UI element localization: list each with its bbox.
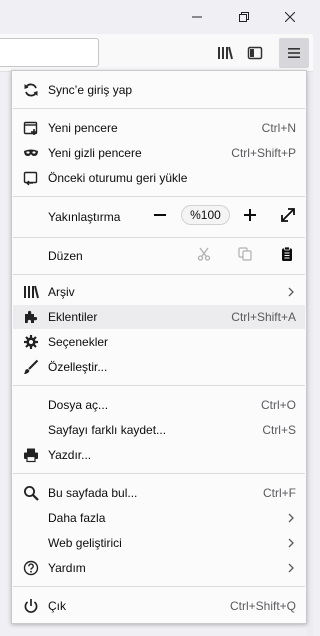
menu-item-label: Eklentiler <box>48 310 98 324</box>
menu-item-label: Çık <box>48 599 66 613</box>
window-titlebar <box>0 0 313 34</box>
edit-label: Düzen <box>48 249 83 263</box>
chevron-right-icon <box>288 287 294 297</box>
printer-icon <box>23 447 39 463</box>
minimize-icon <box>192 16 202 18</box>
menu-item-addons[interactable]: Eklentiler Ctrl+Shift+A <box>13 305 305 329</box>
plus-icon <box>244 209 256 221</box>
menu-item-label: Arşiv <box>48 285 75 299</box>
edit-row: Düzen <box>13 243 305 269</box>
menu-item-help[interactable]: Yardım <box>13 556 305 580</box>
separator <box>13 237 305 238</box>
menu-item-label: Yeni gizli pencere <box>48 146 142 160</box>
menu-item-private-window[interactable]: Yeni gizli pencere Ctrl+Shift+P <box>13 141 305 165</box>
sidebar-icon <box>247 46 263 60</box>
menu-item-library[interactable]: Arşiv <box>13 280 305 304</box>
menu-item-sync[interactable]: Sync’e giriş yap <box>13 78 305 102</box>
separator <box>13 473 305 474</box>
hamburger-menu-icon <box>288 48 300 58</box>
menu-item-print[interactable]: Yazdır... <box>13 443 305 467</box>
nav-toolbar <box>0 34 313 72</box>
menu-item-label: Önceki oturumu geri yükle <box>48 171 188 185</box>
menu-item-options[interactable]: Seçenekler <box>13 330 305 354</box>
shortcut-text: Ctrl+S <box>262 423 296 437</box>
menu-item-label: Dosya aç... <box>48 398 109 412</box>
menu-item-label: Sayfayı farklı kaydet... <box>48 423 167 437</box>
chevron-right-icon <box>288 538 294 548</box>
help-icon <box>23 560 39 576</box>
zoom-reset-button[interactable]: %100 <box>181 205 230 225</box>
paintbrush-icon <box>23 359 39 375</box>
copy-button[interactable] <box>233 242 257 266</box>
shortcut-text: Ctrl+Shift+P <box>231 146 296 160</box>
menu-item-customize[interactable]: Özelleştir... <box>13 355 305 379</box>
menu-item-label: Yardım <box>48 561 86 575</box>
app-menu-panel: Sync’e giriş yap Yeni pencere Ctrl+N Yen… <box>11 70 307 624</box>
fullscreen-button[interactable] <box>276 203 300 227</box>
sync-icon <box>23 82 39 98</box>
new-window-icon <box>23 120 39 136</box>
separator <box>13 108 305 109</box>
power-icon <box>23 598 39 614</box>
chevron-right-icon <box>288 513 294 523</box>
menu-item-label: Bu sayfada bul... <box>48 486 138 500</box>
close-icon <box>285 12 295 22</box>
library-icon <box>218 46 233 60</box>
cut-icon <box>197 247 211 261</box>
fullscreen-icon <box>281 208 295 222</box>
minimize-button[interactable] <box>174 0 220 34</box>
private-mask-icon <box>23 145 39 161</box>
menu-item-new-window[interactable]: Yeni pencere Ctrl+N <box>13 116 305 140</box>
shortcut-text: Ctrl+N <box>261 121 296 135</box>
restore-button[interactable] <box>221 0 267 34</box>
menu-item-label: Yeni pencere <box>48 121 118 135</box>
zoom-out-button[interactable] <box>148 203 172 227</box>
separator <box>13 385 305 386</box>
paste-button[interactable] <box>275 242 299 266</box>
menu-item-quit[interactable]: Çık Ctrl+Shift+Q <box>13 594 305 618</box>
separator <box>13 196 305 197</box>
page-background <box>307 72 313 636</box>
menu-item-find[interactable]: Bu sayfada bul... Ctrl+F <box>13 481 305 505</box>
library-icon <box>23 284 39 300</box>
puzzle-icon <box>23 309 39 325</box>
menu-item-label: Yazdır... <box>48 448 92 462</box>
shortcut-text: Ctrl+F <box>263 486 296 500</box>
menu-item-label: Web geliştirici <box>48 536 122 550</box>
zoom-label: Yakınlaştırma <box>48 210 121 224</box>
menu-item-label: Daha fazla <box>48 511 106 525</box>
menu-item-save-page[interactable]: Sayfayı farklı kaydet... Ctrl+S <box>13 418 305 442</box>
menu-item-open-file[interactable]: Dosya aç... Ctrl+O <box>13 393 305 417</box>
open-menu-button[interactable] <box>279 38 309 68</box>
menu-item-label: Özelleştir... <box>48 360 108 374</box>
close-window-button[interactable] <box>267 0 313 34</box>
minus-icon <box>154 214 166 216</box>
shortcut-text: Ctrl+Shift+A <box>231 310 296 324</box>
copy-icon <box>238 247 252 261</box>
separator <box>13 274 305 275</box>
chevron-right-icon <box>288 563 294 573</box>
shortcut-text: Ctrl+Shift+Q <box>229 599 296 613</box>
sidebar-button[interactable] <box>240 38 270 68</box>
url-bar[interactable] <box>0 38 99 67</box>
menu-item-restore-session[interactable]: Önceki oturumu geri yükle <box>13 166 305 190</box>
zoom-in-button[interactable] <box>238 203 262 227</box>
menu-item-label: Seçenekler <box>48 335 109 349</box>
restore-session-icon <box>23 170 39 186</box>
menu-item-web-developer[interactable]: Web geliştirici <box>13 531 305 555</box>
menu-item-label: Sync’e giriş yap <box>48 83 133 97</box>
menu-item-more[interactable]: Daha fazla <box>13 506 305 530</box>
shortcut-text: Ctrl+O <box>260 398 296 412</box>
paste-icon <box>282 246 292 261</box>
restore-icon <box>239 12 249 22</box>
search-icon <box>23 485 39 501</box>
separator <box>13 586 305 587</box>
cut-button[interactable] <box>192 242 216 266</box>
gear-icon <box>23 334 39 350</box>
library-button[interactable] <box>210 38 240 68</box>
